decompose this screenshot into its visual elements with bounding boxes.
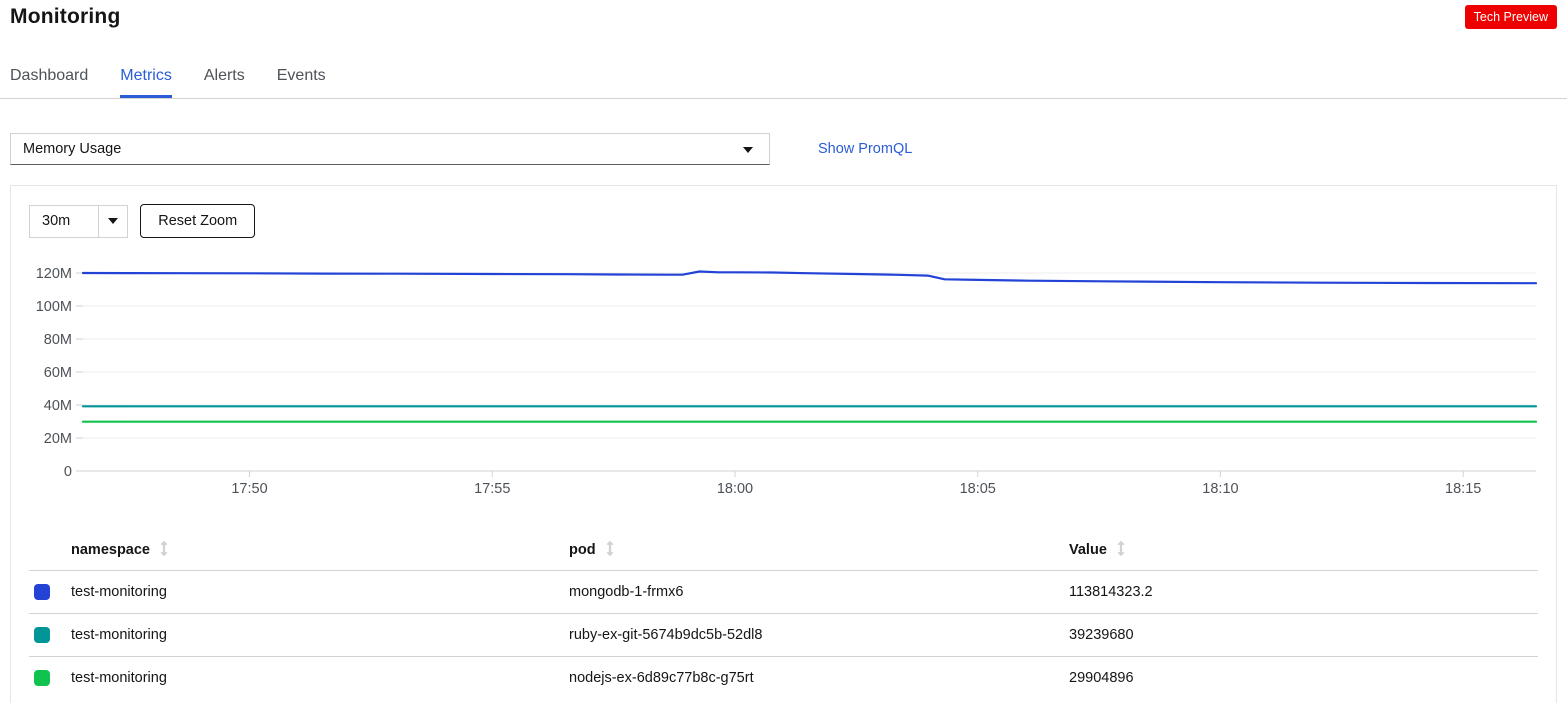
caret-down-icon bbox=[99, 206, 127, 237]
page-title: Monitoring bbox=[10, 5, 121, 28]
tab-events[interactable]: Events bbox=[277, 67, 326, 98]
column-header-label: namespace bbox=[71, 542, 150, 558]
column-header-value[interactable]: Value bbox=[1069, 529, 1538, 571]
table-row: test-monitoring mongodb-1-frmx6 113814323.… bbox=[29, 570, 1538, 614]
series-color-swatch bbox=[34, 670, 50, 686]
swatch-column-header bbox=[29, 529, 71, 571]
y-axis-label: 80M bbox=[44, 332, 72, 348]
reset-zoom-button[interactable]: Reset Zoom bbox=[140, 204, 256, 238]
pod-cell: mongodb-1-frmx6 bbox=[569, 584, 684, 600]
tab-bar: Dashboard Metrics Alerts Events bbox=[0, 67, 1567, 99]
x-axis-label: 18:00 bbox=[717, 481, 753, 497]
tab-metrics[interactable]: Metrics bbox=[120, 67, 172, 98]
y-axis-label: 100M bbox=[36, 299, 72, 315]
timespan-value: 30m bbox=[30, 205, 100, 237]
y-axis-label: 0 bbox=[64, 464, 72, 480]
table-row: test-monitoring nodejs-ex-6d89c77b8c-g75r… bbox=[29, 656, 1538, 700]
column-header-label: Value bbox=[1069, 542, 1107, 558]
namespace-cell: test-monitoring bbox=[71, 584, 167, 600]
show-promql-link[interactable]: Show PromQL bbox=[818, 141, 912, 157]
sort-icon bbox=[160, 541, 168, 556]
column-header-label: pod bbox=[569, 542, 596, 558]
chart-area: 0 20M 40M 60M 80M 100M 120M 17:50 17:55 18:00 18:0… bbox=[29, 251, 1538, 501]
column-header-pod[interactable]: pod bbox=[569, 529, 1069, 571]
swatch-cell bbox=[29, 657, 71, 700]
x-axis-label: 18:15 bbox=[1445, 481, 1481, 497]
value-cell: 113814323.2 bbox=[1069, 584, 1153, 600]
page-header: Monitoring Tech Preview bbox=[0, 0, 1567, 29]
caret-down-icon bbox=[743, 147, 753, 153]
sort-icon bbox=[606, 541, 613, 556]
query-select[interactable]: Memory Usage bbox=[10, 133, 770, 165]
x-axis-label: 18:10 bbox=[1202, 481, 1238, 497]
tab-alerts[interactable]: Alerts bbox=[204, 67, 245, 98]
table-header-row: namespace pod Value bbox=[29, 529, 1538, 571]
chart-controls: 30m Reset Zoom bbox=[29, 204, 1538, 238]
swatch-cell bbox=[29, 571, 71, 614]
y-axis-label: 120M bbox=[36, 266, 72, 282]
column-header-namespace[interactable]: namespace bbox=[71, 529, 569, 571]
table-row: test-monitoring ruby-ex-git-5674b9dc5b-52… bbox=[29, 613, 1538, 657]
y-axis-label: 20M bbox=[44, 431, 72, 447]
series-color-swatch bbox=[34, 584, 50, 600]
namespace-cell: test-monitoring bbox=[71, 670, 167, 686]
chart-panel: 30m Reset Zoom 0 20M 40M 60M 80M 100M 120M 17:5… bbox=[10, 185, 1557, 703]
pod-cell: nodejs-ex-6d89c77b8c-g75rt bbox=[569, 670, 754, 686]
tab-dashboard[interactable]: Dashboard bbox=[10, 67, 88, 98]
query-select-value: Memory Usage bbox=[23, 141, 122, 157]
query-toolbar: Memory Usage Show PromQL bbox=[10, 133, 1557, 165]
timespan-select[interactable]: 30m bbox=[29, 204, 129, 238]
tech-preview-badge: Tech Preview bbox=[1464, 5, 1557, 29]
y-axis-label: 40M bbox=[44, 398, 72, 414]
pod-cell: ruby-ex-git-5674b9dc5b-52dl8 bbox=[569, 627, 763, 643]
value-cell: 39239680 bbox=[1069, 627, 1134, 643]
table-body: test-monitoring mongodb-1-frmx6 113814323.… bbox=[29, 570, 1538, 700]
y-axis-label: 60M bbox=[44, 365, 72, 381]
namespace-cell: test-monitoring bbox=[71, 627, 167, 643]
swatch-cell bbox=[29, 614, 71, 657]
x-axis-label: 18:05 bbox=[960, 481, 996, 497]
metrics-chart[interactable]: 0 20M 40M 60M 80M 100M 120M 17:50 17:55 18:00 18:0… bbox=[29, 251, 1540, 501]
value-cell: 29904896 bbox=[1069, 670, 1134, 686]
series-color-swatch bbox=[34, 627, 50, 643]
x-axis-label: 17:55 bbox=[474, 481, 510, 497]
x-axis-label: 17:50 bbox=[231, 481, 267, 497]
sort-icon bbox=[1117, 541, 1125, 556]
metrics-table: namespace pod Value test-monitoring mongodb… bbox=[29, 529, 1538, 699]
